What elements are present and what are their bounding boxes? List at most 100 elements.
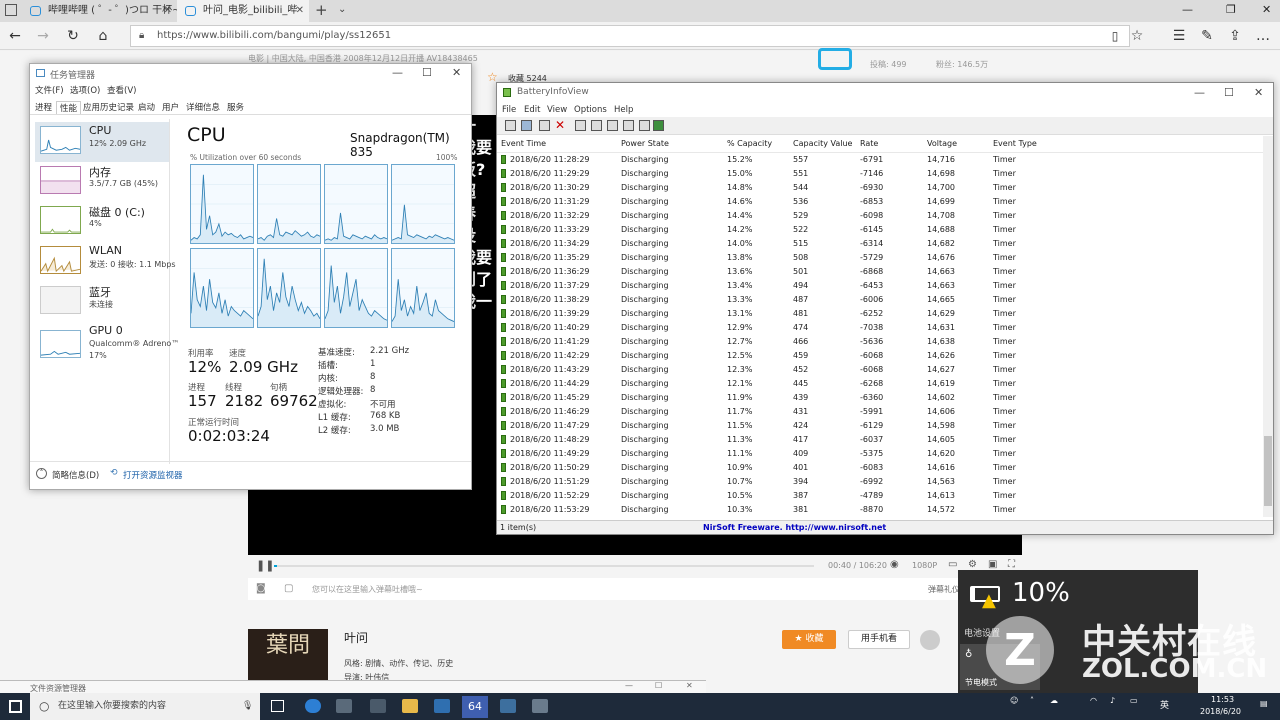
table-row[interactable]: 2018/6/20 11:39:29 Discharging 13.1% 481 -62… [497, 307, 1263, 321]
table-row[interactable]: 2018/6/20 11:37:29 Discharging 13.4% 494 -64… [497, 279, 1263, 293]
browser-tab-bilibili-home[interactable]: 哔哩哔哩 ( ゜- ゜)つロ 干杯~ ✕ [22, 0, 177, 22]
share-weibo-icon[interactable] [920, 630, 940, 650]
column-header[interactable]: Capacity Value [793, 139, 852, 148]
column-header[interactable]: Voltage [927, 139, 957, 148]
minimize-window-button[interactable]: — [1182, 3, 1193, 16]
close-button[interactable]: ✕ [452, 66, 461, 79]
taskbar-search[interactable]: ○ 在这里输入你要搜索的内容 🎙︎ [30, 693, 260, 720]
exit-icon[interactable] [653, 120, 664, 131]
battery-app-taskbar-icon[interactable] [500, 699, 516, 713]
volume-icon[interactable]: ◉ [890, 559, 899, 570]
reading-view-icon[interactable]: ▯ [1104, 25, 1126, 47]
resource-item-wlan[interactable]: WLAN 发送: 0 接收: 1.1 Mbps [35, 242, 176, 282]
table-row[interactable]: 2018/6/20 11:36:29 Discharging 13.6% 501 -68… [497, 265, 1263, 279]
vertical-scrollbar[interactable] [1263, 136, 1273, 517]
maximize-button[interactable]: ☐ [1224, 86, 1234, 99]
tab-app-history[interactable]: 应用历史记录 [83, 101, 134, 113]
tray-chevron-icon[interactable]: ˄ [1030, 696, 1034, 705]
input-language[interactable]: 英 [1160, 698, 1169, 711]
table-row[interactable]: 2018/6/20 11:34:29 Discharging 14.0% 515 -63… [497, 237, 1263, 251]
table-row[interactable]: 2018/6/20 11:38:29 Discharging 13.3% 487 -60… [497, 293, 1263, 307]
settings-icon[interactable]: ⚙ [968, 559, 977, 570]
quality-select[interactable]: 1080P [912, 561, 937, 570]
minimize-button[interactable]: — [392, 66, 403, 79]
maximize-window-button[interactable]: ❐ [1226, 3, 1236, 16]
options-icon[interactable] [539, 120, 550, 131]
menu-help[interactable]: Help [614, 105, 633, 115]
table-row[interactable]: 2018/6/20 11:53:29 Discharging 10.3% 381 -88… [497, 503, 1263, 517]
progress-bar[interactable] [274, 565, 814, 567]
danmu-style-icon[interactable]: ▢ [284, 583, 293, 594]
table-row[interactable]: 2018/6/20 11:52:29 Discharging 10.5% 387 -47… [497, 489, 1263, 503]
table-row[interactable]: 2018/6/20 11:33:29 Discharging 14.2% 522 -61… [497, 223, 1263, 237]
tab-users[interactable]: 用户 [162, 101, 179, 113]
forward-icon[interactable]: → [32, 25, 54, 47]
status-credit-link[interactable]: NirSoft Freeware. http://www.nirsoft.net [703, 521, 886, 534]
new-tab-button[interactable]: + [315, 1, 328, 19]
table-row[interactable]: 2018/6/20 11:45:29 Discharging 11.9% 439 -63… [497, 391, 1263, 405]
table-row[interactable]: 2018/6/20 11:29:29 Discharging 15.0% 551 -71… [497, 167, 1263, 181]
properties-icon[interactable] [623, 120, 634, 131]
close-button[interactable]: ✕ [686, 681, 693, 690]
close-tab-icon[interactable]: ✕ [164, 0, 172, 22]
tab-startup[interactable]: 启动 [138, 101, 155, 113]
table-row[interactable]: 2018/6/20 11:46:29 Discharging 11.7% 431 -59… [497, 405, 1263, 419]
danmu-etiquette-link[interactable]: 弹幕礼仪 [928, 584, 960, 595]
close-tab-icon[interactable]: ✕ [296, 0, 304, 22]
menu-options[interactable]: Options [574, 105, 607, 115]
browser-tab-yewen[interactable]: 叶问_电影_bilibili_哔 ✕ [177, 0, 309, 22]
fullscreen-icon[interactable]: ⛶ [1008, 559, 1015, 570]
action-center-icon[interactable]: ▤ [1260, 699, 1268, 708]
home-icon[interactable]: ⌂ [92, 25, 114, 47]
fewer-details-link[interactable]: 简略信息(D) [52, 469, 99, 481]
tray-wifi-icon[interactable]: ◠ [1090, 696, 1097, 705]
danmu-input[interactable]: 您可以在这里输入弹幕吐槽哦~ [312, 584, 423, 595]
table-row[interactable]: 2018/6/20 11:44:29 Discharging 12.1% 445 -62… [497, 377, 1263, 391]
refresh-icon[interactable] [591, 120, 602, 131]
notes-icon[interactable]: ✎ [1196, 25, 1218, 47]
taskmgr-taskbar-icon[interactable] [532, 699, 548, 713]
back-icon[interactable]: ← [4, 25, 26, 47]
table-row[interactable]: 2018/6/20 11:49:29 Discharging 11.1% 409 -53… [497, 447, 1263, 461]
battery-info-view-icon[interactable] [505, 120, 516, 131]
edge-icon[interactable] [305, 699, 321, 713]
tray-cloud-icon[interactable]: ☁ [1050, 696, 1058, 705]
table-row[interactable]: 2018/6/20 11:31:29 Discharging 14.6% 536 -68… [497, 195, 1263, 209]
table-row[interactable]: 2018/6/20 11:48:29 Discharging 11.3% 417 -60… [497, 433, 1263, 447]
hub-icon[interactable]: ☰ [1168, 25, 1190, 47]
maximize-button[interactable]: ☐ [422, 66, 432, 79]
table-row[interactable]: 2018/6/20 11:30:29 Discharging 14.8% 544 -69… [497, 181, 1263, 195]
table-row[interactable]: 2018/6/20 11:50:29 Discharging 10.9% 401 -60… [497, 461, 1263, 475]
table-row[interactable]: 2018/6/20 11:41:29 Discharging 12.7% 466 -56… [497, 335, 1263, 349]
tray-people-icon[interactable]: ☺ [1010, 696, 1018, 705]
tab-list-chevron-icon[interactable]: ⌄ [338, 4, 346, 15]
mail-icon[interactable] [370, 699, 386, 713]
table-row[interactable]: 2018/6/20 11:47:29 Discharging 11.5% 424 -61… [497, 419, 1263, 433]
battery-log-view-icon[interactable] [521, 120, 532, 131]
resource-item-gpu[interactable]: GPU 0 Qualcomm® Adreno™ 17% [35, 322, 179, 370]
favorite-star-icon[interactable]: ☆ [1126, 25, 1148, 47]
clock-date[interactable]: 2018/6/20 [1200, 707, 1241, 716]
table-row[interactable]: 2018/6/20 11:51:29 Discharging 10.7% 394 -69… [497, 475, 1263, 489]
resource-item-memory[interactable]: 内存 3.5/7.7 GB (45%) [35, 162, 169, 202]
resource-item-disk[interactable]: 磁盘 0 (C:) 4% [35, 202, 169, 242]
mobile-watch-button[interactable]: 用手机看 [848, 630, 910, 649]
address-bar[interactable]: 🔒︎ https://www.bilibili.com/bangumi/play/… [130, 25, 1130, 47]
html-report-icon[interactable] [639, 120, 650, 131]
tray-volume-icon[interactable]: ♪ [1110, 696, 1115, 705]
resource-item-bluetooth[interactable]: 蓝牙 未连接 [35, 282, 169, 322]
tab-performance[interactable]: 性能 [56, 101, 82, 114]
collapse-icon[interactable]: ˄ [36, 468, 47, 479]
tab-manager-icon[interactable] [5, 4, 17, 16]
column-header[interactable]: Power State [621, 139, 669, 148]
store-icon[interactable] [336, 699, 352, 713]
menu-view[interactable]: View [547, 105, 567, 115]
tray-battery-icon[interactable]: ▭ [1130, 696, 1138, 705]
start-button-icon[interactable] [9, 700, 22, 713]
table-row[interactable]: 2018/6/20 11:32:29 Discharging 14.4% 529 -60… [497, 209, 1263, 223]
maximize-button[interactable]: ☐ [655, 681, 662, 690]
delete-icon[interactable]: ✕ [555, 118, 565, 132]
open-resource-monitor-link[interactable]: 打开资源监视器 [123, 469, 183, 481]
refresh-icon[interactable]: ↻ [62, 25, 84, 47]
table-row[interactable]: 2018/6/20 11:35:29 Discharging 13.8% 508 -57… [497, 251, 1263, 265]
